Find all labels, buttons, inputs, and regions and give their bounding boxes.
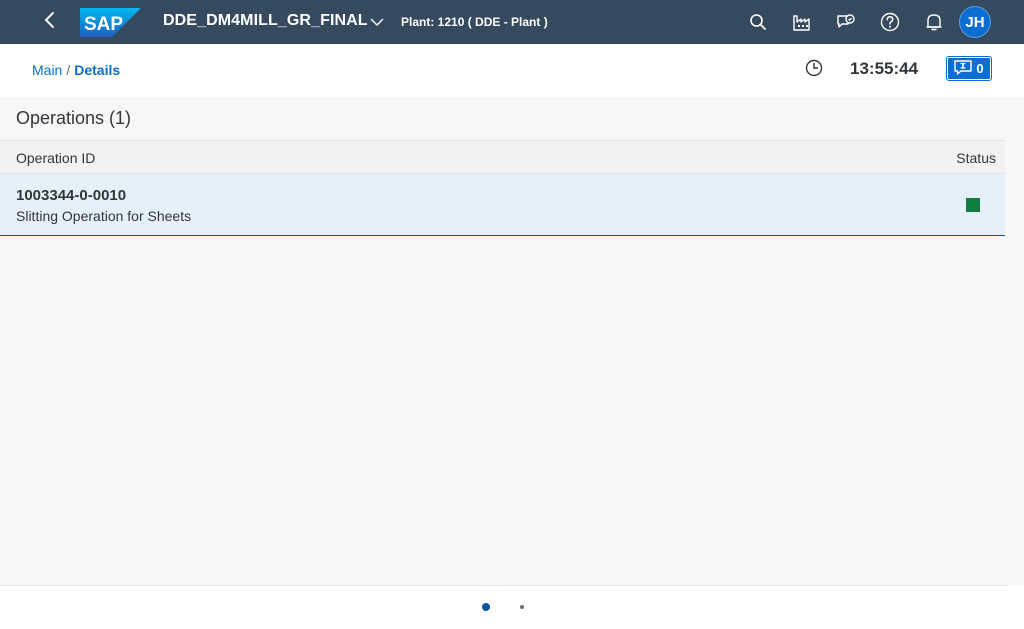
- message-icon: [954, 59, 973, 78]
- help-icon[interactable]: [877, 9, 903, 35]
- page-indicator-active[interactable]: [482, 603, 490, 611]
- clock-icon: [804, 58, 824, 78]
- operation-id: 1003344-0-0010: [16, 187, 127, 204]
- chevron-left-icon: [43, 11, 57, 33]
- clock-time: 13:55:44: [850, 59, 919, 78]
- operations-title: Operations (1): [16, 108, 132, 128]
- notification-icon[interactable]: [921, 9, 947, 35]
- avatar[interactable]: JH: [959, 6, 991, 38]
- table-header: Operation ID Status: [0, 140, 1005, 174]
- table-row[interactable]: 1003344-0-0010 Slitting Operation for Sh…: [0, 174, 1005, 236]
- sap-logo[interactable]: SAP: [80, 8, 141, 37]
- column-header-operation-id[interactable]: Operation ID: [16, 150, 95, 166]
- breadcrumb: Main / Details: [32, 62, 120, 78]
- operations-table: Operation ID Status 1003344-0-0010 Slitt…: [0, 140, 1005, 236]
- status-indicator: [966, 198, 980, 212]
- message-button[interactable]: 0: [946, 56, 992, 81]
- column-header-status[interactable]: Status: [956, 150, 996, 166]
- sap-logo-text: SAP: [84, 14, 123, 35]
- breadcrumb-current: Details: [74, 62, 121, 78]
- footer: [0, 585, 1008, 629]
- breadcrumb-separator: /: [66, 62, 71, 78]
- back-button[interactable]: [36, 8, 64, 36]
- search-icon[interactable]: [745, 9, 771, 35]
- chevron-down-icon[interactable]: [370, 15, 384, 29]
- page-indicator[interactable]: [520, 605, 524, 609]
- plant-icon[interactable]: [789, 9, 815, 35]
- breadcrumb-main-link[interactable]: Main: [32, 62, 62, 78]
- operation-description: Slitting Operation for Sheets: [16, 208, 192, 224]
- app-title[interactable]: DDE_DM4MILL_GR_FINAL: [163, 12, 368, 30]
- message-count: 0: [976, 61, 984, 76]
- plant-label: Plant: 1210 ( DDE - Plant ): [401, 15, 548, 29]
- feedback-icon[interactable]: [833, 9, 859, 35]
